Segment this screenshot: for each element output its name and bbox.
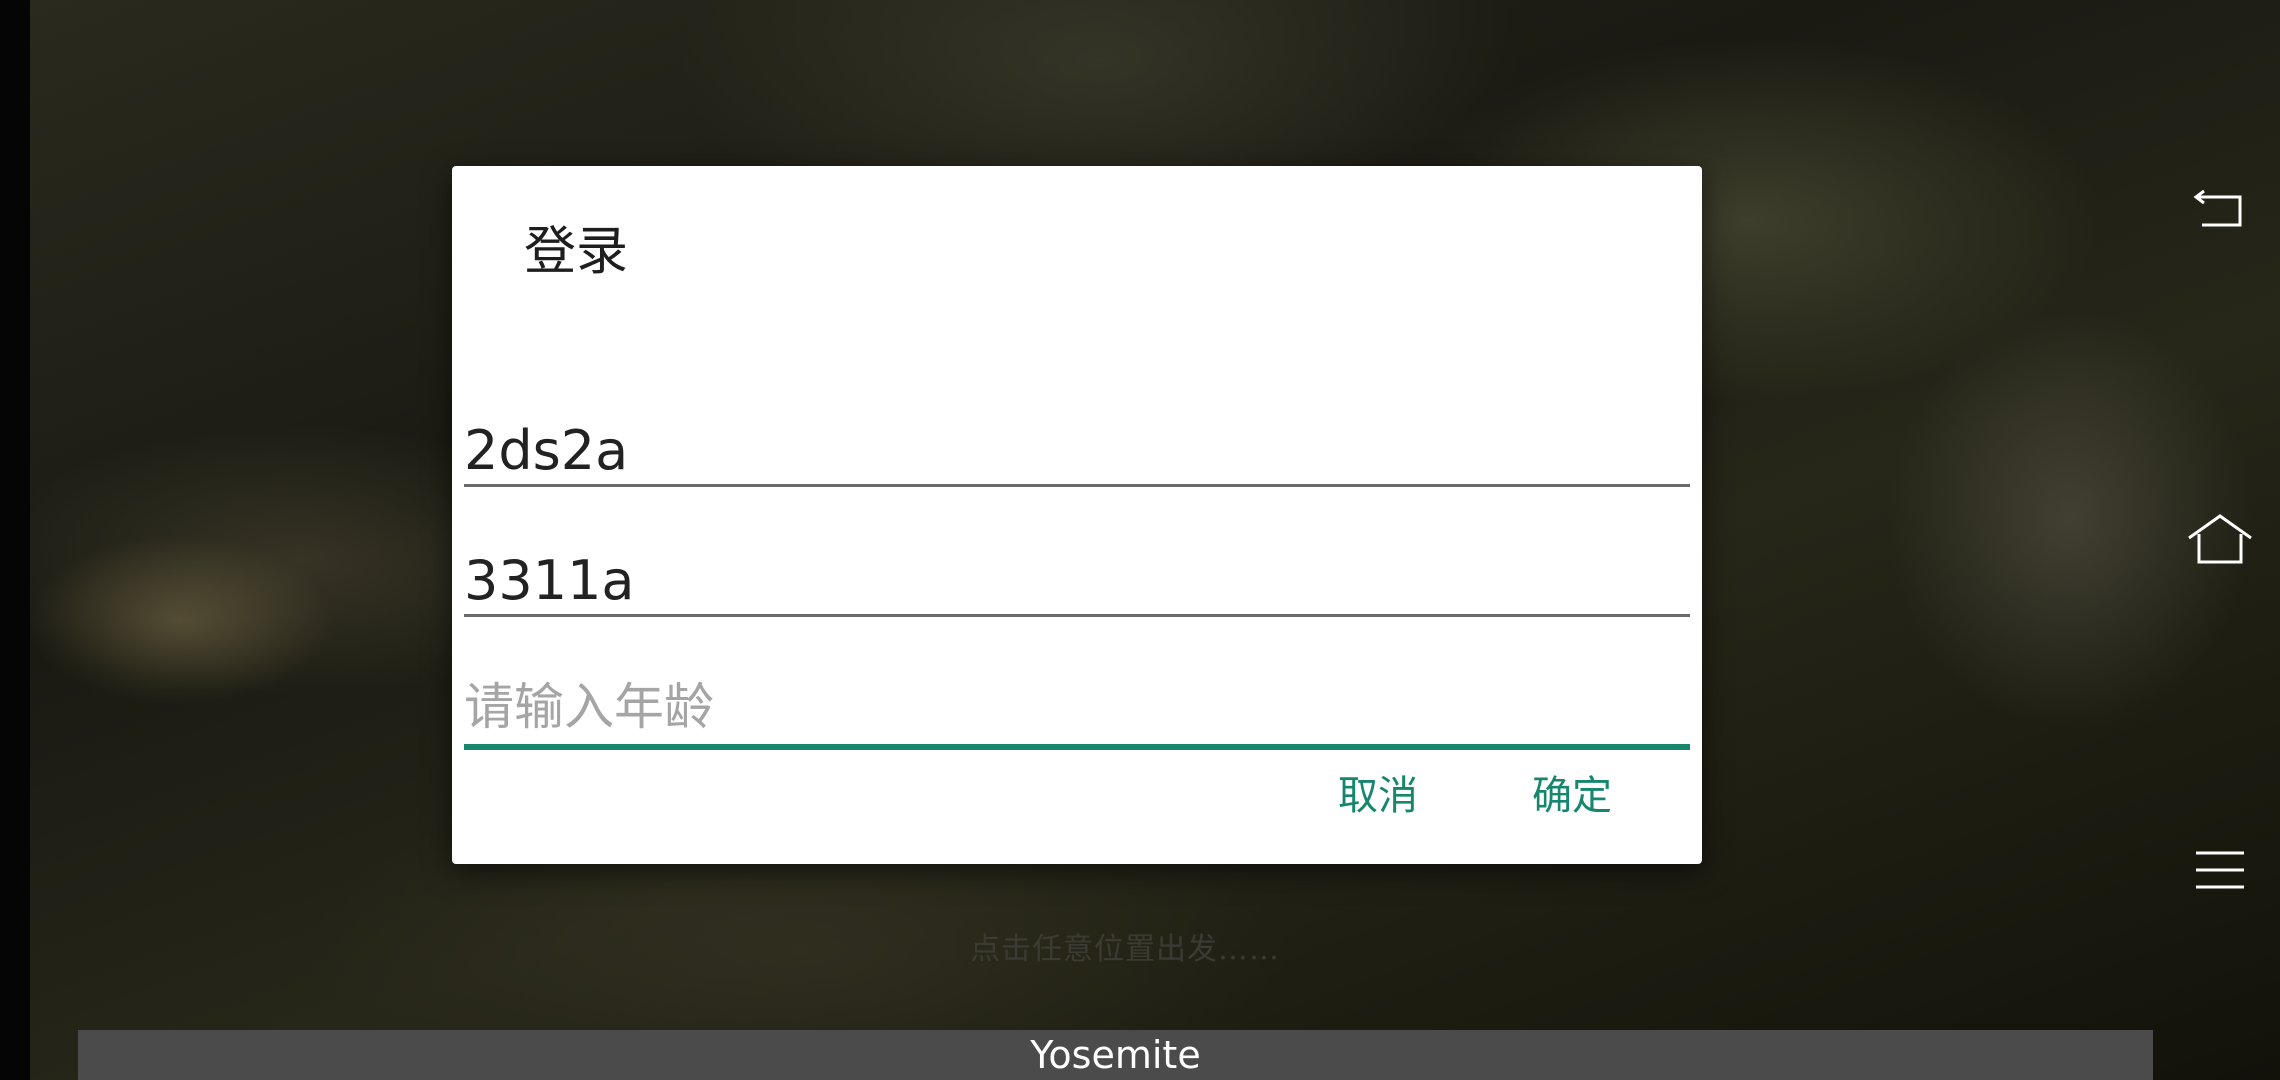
age-placeholder: 请输入年龄 <box>464 678 714 736</box>
footer-bar: Yosemite <box>78 1030 2153 1080</box>
footer-label: Yosemite <box>1030 1033 1201 1077</box>
tap-to-start-hint: 点击任意位置出发…… <box>970 932 1280 967</box>
username-field[interactable]: 2ds2a <box>464 406 1690 487</box>
password-field[interactable]: 3311a <box>464 536 1690 617</box>
age-field[interactable]: 请输入年龄 <box>464 666 1690 750</box>
home-button[interactable] <box>2180 500 2260 580</box>
confirm-button[interactable]: 确定 <box>1512 756 1632 836</box>
cancel-button[interactable]: 取消 <box>1318 756 1438 836</box>
back-button[interactable] <box>2180 168 2260 248</box>
home-icon <box>2188 514 2252 564</box>
menu-button[interactable] <box>2180 830 2260 910</box>
back-icon <box>2193 189 2242 227</box>
password-value: 3311a <box>464 549 635 612</box>
username-value: 2ds2a <box>464 419 629 482</box>
login-dialog: 登录 2ds2a 3311a 请输入年龄 取消 确定 <box>452 166 1702 864</box>
screen-edge <box>0 0 30 1080</box>
dialog-title: 登录 <box>524 222 629 282</box>
menu-icon <box>2196 851 2244 889</box>
